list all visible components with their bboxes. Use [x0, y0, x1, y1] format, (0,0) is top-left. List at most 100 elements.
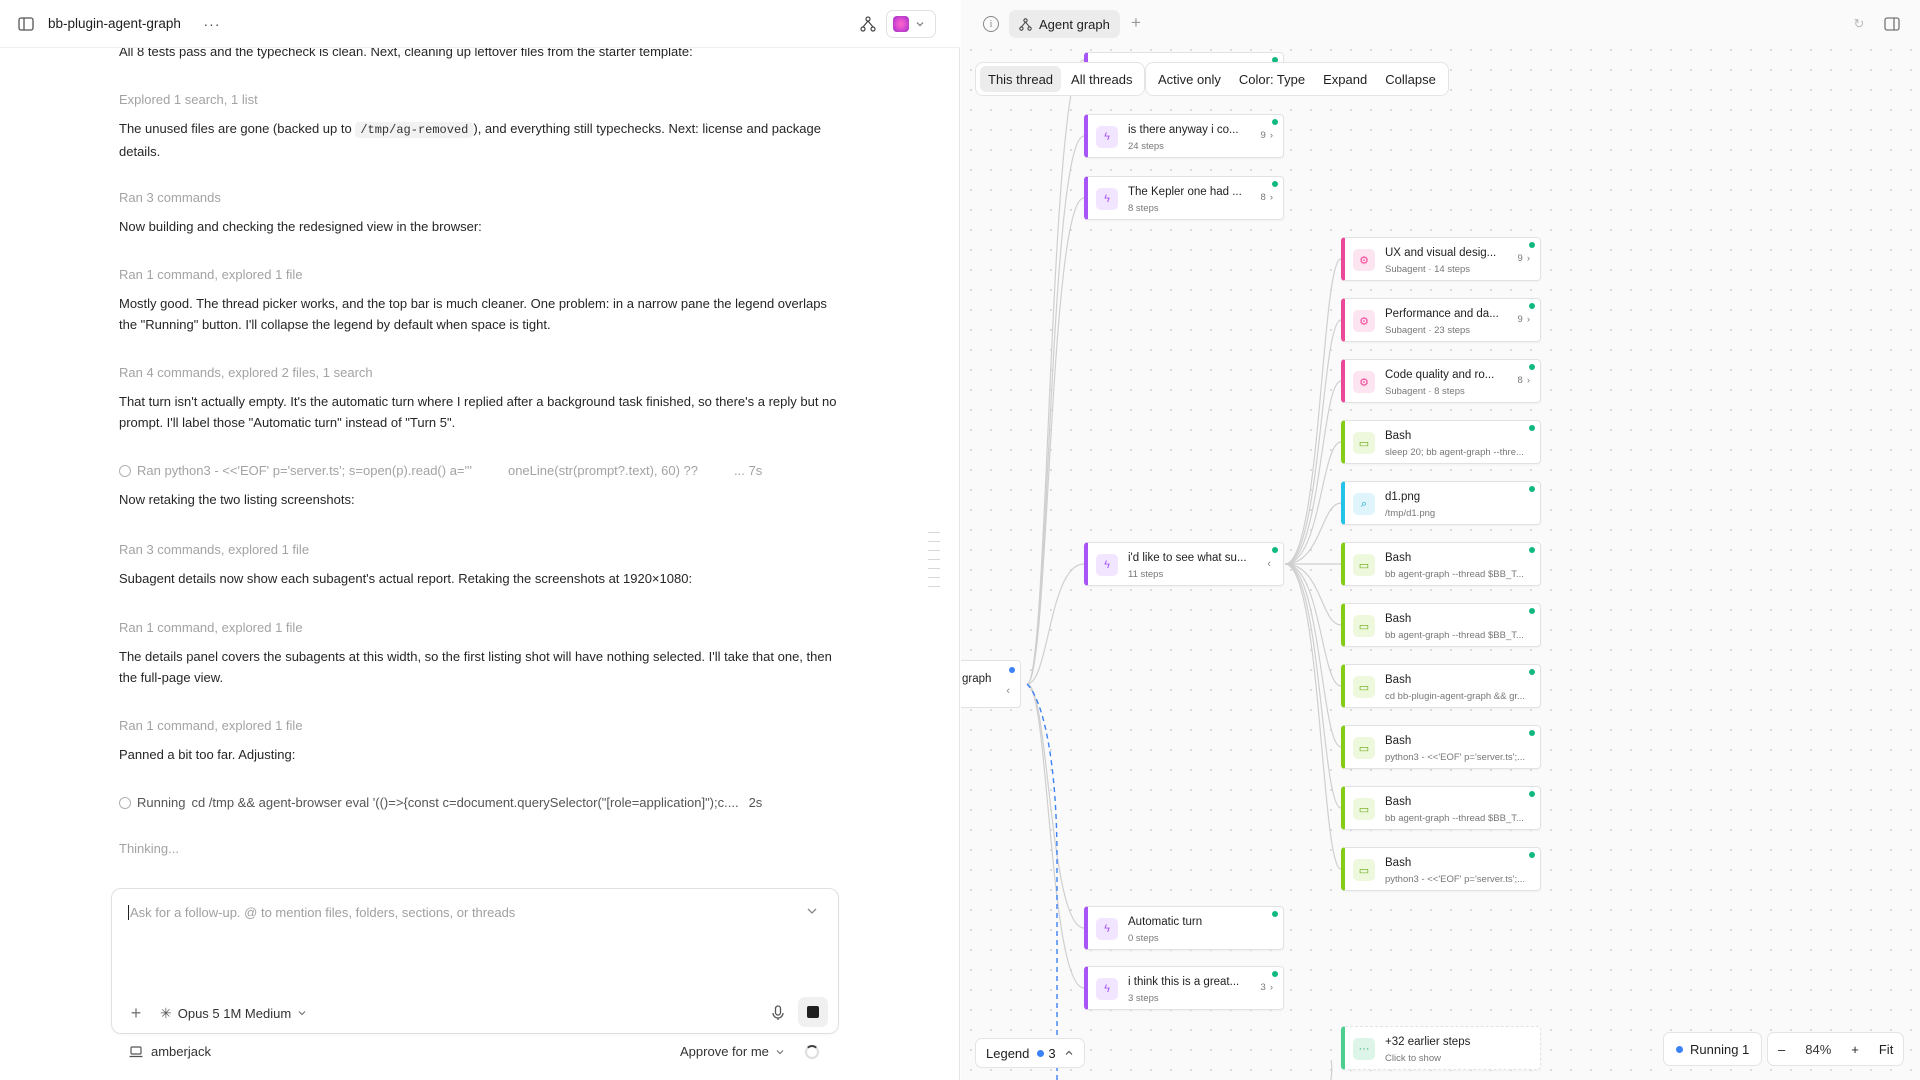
terminal-icon: ▭ [1353, 737, 1375, 759]
activity-summary[interactable]: Ran 3 commands, explored 1 file [119, 542, 309, 557]
sidebar-toggle-icon[interactable] [16, 14, 36, 34]
refresh-icon[interactable]: ↻ [1851, 16, 1867, 32]
status-dot [1529, 303, 1535, 309]
avatar [893, 16, 909, 32]
expand-button[interactable]: Expand [1315, 66, 1375, 92]
robot-icon: ⚙ [1353, 371, 1375, 393]
filter-all-threads[interactable]: All threads [1063, 66, 1140, 92]
microphone-icon[interactable] [768, 1003, 788, 1023]
inline-code: /tmp/ag-removed [355, 122, 474, 138]
collapse-button[interactable]: Collapse [1377, 66, 1444, 92]
activity-summary[interactable]: Ran 1 command, explored 1 file [119, 620, 303, 635]
subagent-node[interactable]: ⚙ Performance and da... Subagent · 23 st… [1341, 298, 1541, 342]
terminal-icon: ▭ [1353, 432, 1375, 454]
tool-node-bash[interactable]: ▭ Bash python3 - <<'EOF' p='server.ts';.… [1341, 725, 1541, 769]
chevron-right-icon: › [1526, 314, 1530, 325]
running-button[interactable]: Running 1 [1663, 1032, 1763, 1066]
turn-node[interactable]: ϟ Automatic turn 0 steps [1084, 906, 1284, 950]
lightning-icon: ϟ [1096, 554, 1118, 576]
zoom-out-button[interactable]: – [1768, 1042, 1795, 1057]
status-dot [1529, 669, 1535, 675]
legend-count: 3 [1037, 1046, 1056, 1061]
agent-graph-icon [1019, 17, 1032, 31]
zoom-in-button[interactable]: + [1841, 1042, 1869, 1057]
composer: + ✳ Opus 5 1M Medium [111, 888, 839, 1034]
terminal-icon: ▭ [1353, 676, 1375, 698]
activity-summary[interactable]: Ran 1 command, explored 1 file [119, 267, 303, 282]
laptop-icon [129, 1045, 143, 1057]
new-tab-button[interactable]: + [1126, 13, 1146, 33]
tab-agent-graph[interactable]: Agent graph [1009, 10, 1120, 38]
running-command[interactable]: Running cd /tmp && agent-browser eval '(… [119, 795, 762, 810]
follow-up-input[interactable] [128, 905, 788, 920]
tool-node-bash[interactable]: ▭ Bash sleep 20; bb agent-graph --thre..… [1341, 420, 1541, 464]
add-attachment-button[interactable]: + [126, 1003, 146, 1023]
fit-button[interactable]: Fit [1869, 1042, 1903, 1057]
activity-summary[interactable]: Ran 4 commands, explored 2 files, 1 sear… [119, 365, 373, 380]
activity-summary[interactable]: Explored 1 search, 1 list [119, 92, 258, 107]
assistant-message: Now building and checking the redesigned… [119, 219, 482, 234]
tool-node-bash[interactable]: ▭ Bash bb agent-graph --thread $BB_T... [1341, 786, 1541, 830]
activity-summary[interactable]: Ran 3 commands [119, 190, 221, 205]
clock-icon [119, 464, 131, 477]
legend-toggle[interactable]: Legend 3 [975, 1038, 1085, 1068]
turn-node[interactable]: ϟ The Kepler one had ... 8 steps 8 › [1084, 176, 1284, 220]
status-dot [1529, 791, 1535, 797]
filter-active-only[interactable]: Active only [1150, 66, 1229, 92]
subagent-node[interactable]: ⚙ Code quality and ro... Subagent · 8 st… [1341, 359, 1541, 403]
status-dot [1272, 119, 1278, 125]
graph-root-node[interactable]: graph ‹ [961, 660, 1021, 708]
chevron-down-icon [298, 1011, 306, 1016]
scroll-minimap[interactable] [928, 532, 940, 595]
approval-mode-selector[interactable]: Approve for me [680, 1044, 785, 1059]
lightning-icon: ϟ [1096, 918, 1118, 940]
status-dot [1272, 911, 1278, 917]
info-icon[interactable]: i [983, 16, 999, 32]
tool-node-bash[interactable]: ▭ Bash python3 - <<'EOF' p='server.ts';.… [1341, 847, 1541, 891]
assistant-message: The details panel covers the subagents a… [119, 649, 832, 685]
turn-node[interactable]: ϟ i think this is a great... 3 steps 3 › [1084, 966, 1284, 1010]
chevron-right-icon: › [1526, 253, 1530, 264]
turn-node[interactable]: ϟ is there anyway i co... 24 steps 9 › [1084, 114, 1284, 158]
stop-button[interactable] [798, 997, 828, 1027]
sparkle-icon: ✳ [160, 1004, 172, 1021]
subagent-node[interactable]: ⚙ UX and visual desig... Subagent · 14 s… [1341, 237, 1541, 281]
terminal-icon: ▭ [1353, 615, 1375, 637]
chevron-left-icon[interactable]: ‹ [1267, 558, 1271, 570]
turn-node[interactable]: ϟ i'd like to see what su... 11 steps ‹ [1084, 542, 1284, 586]
status-dot [1529, 730, 1535, 736]
status-dot [1272, 547, 1278, 553]
agent-graph-icon[interactable] [858, 13, 878, 35]
earlier-steps-node[interactable]: ··· +32 earlier steps Click to show [1341, 1026, 1541, 1070]
robot-icon: ⚙ [1353, 249, 1375, 271]
color-mode-button[interactable]: Color: Type [1231, 66, 1313, 92]
chevron-right-icon: › [1269, 192, 1273, 203]
command-summary[interactable]: Ran python3 - <<'EOF' p='server.ts'; s=o… [119, 463, 762, 478]
tool-node-bash[interactable]: ▭ Bash bb agent-graph --thread $BB_T... [1341, 603, 1541, 647]
model-selector[interactable]: ✳ Opus 5 1M Medium [160, 1003, 307, 1023]
avatar-menu-button[interactable] [886, 10, 936, 38]
assistant-message: Panned a bit too far. Adjusting: [119, 747, 296, 762]
assistant-message: The unused files are gone (backed up to … [119, 121, 821, 159]
status-dot [1529, 547, 1535, 553]
chevron-down-icon[interactable] [804, 903, 820, 919]
zoom-controls: – 84% + Fit [1767, 1032, 1905, 1066]
split-view-icon[interactable] [1883, 15, 1901, 33]
tool-node-bash[interactable]: ▭ Bash bb agent-graph --thread $BB_T... [1341, 542, 1541, 586]
graph-topbar: i Agent graph + ↻ [961, 0, 1920, 48]
more-options-button[interactable]: ··· [204, 14, 220, 34]
status-dot [1529, 242, 1535, 248]
filter-this-thread[interactable]: This thread [980, 66, 1062, 92]
status-dot [1009, 667, 1015, 673]
status-dot [1529, 486, 1535, 492]
robot-icon: ⚙ [1353, 310, 1375, 332]
activity-summary[interactable]: Ran 1 command, explored 1 file [119, 718, 303, 733]
workspace-selector[interactable]: amberjack [129, 1044, 211, 1059]
tool-node-read[interactable]: ⌕ d1.png /tmp/d1.png [1341, 481, 1541, 525]
graph-pane[interactable]: i Agent graph + ↻ This thread All thread… [961, 0, 1920, 1080]
chevron-left-icon[interactable]: ‹ [1006, 685, 1010, 697]
thread-scope-toggle: This thread All threads [975, 62, 1146, 96]
thinking-indicator: Thinking... [119, 841, 179, 856]
ellipsis-icon: ··· [1353, 1038, 1375, 1060]
tool-node-bash[interactable]: ▭ Bash cd bb-plugin-agent-graph && gr... [1341, 664, 1541, 708]
